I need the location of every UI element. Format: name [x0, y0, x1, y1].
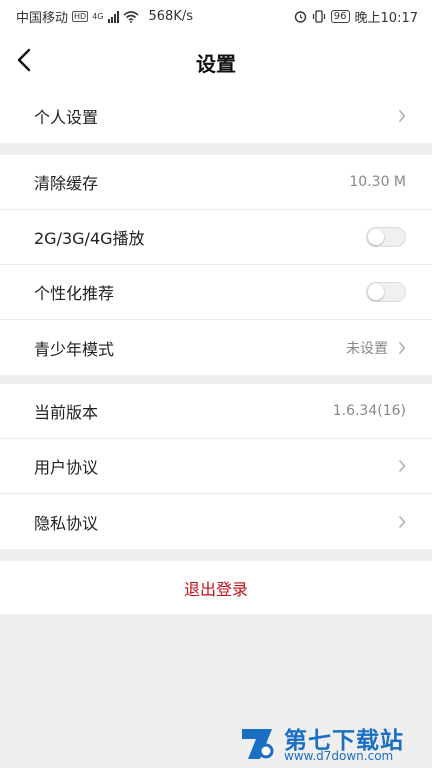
status-bar: 中国移动 HD 4G 568K/s 96 晚上10:17	[0, 0, 432, 32]
watermark-url: www.d7down.com	[284, 749, 394, 763]
personalized-recommend-toggle[interactable]	[366, 282, 406, 302]
network-play-toggle[interactable]	[366, 227, 406, 247]
row-label: 2G/3G/4G播放	[34, 229, 145, 248]
user-agreement-row[interactable]: 用户协议	[0, 439, 432, 494]
row-label: 清除缓存	[34, 174, 99, 193]
row-label: 个性化推荐	[34, 284, 115, 303]
site-logo-icon	[242, 729, 274, 759]
current-version-row: 当前版本 1.6.34(16)	[0, 384, 432, 439]
personal-section: 个人设置	[0, 88, 432, 143]
battery-icon: 96	[330, 10, 350, 23]
personal-settings-row[interactable]: 个人设置	[0, 88, 432, 143]
row-label: 青少年模式	[34, 339, 115, 359]
teen-mode-status: 未设置	[346, 340, 388, 357]
chevron-right-icon	[398, 109, 406, 122]
network-speed: 568K/s	[148, 9, 194, 24]
network-play-row: 2G/3G/4G播放	[0, 210, 432, 265]
wifi-icon	[122, 10, 139, 23]
cache-size: 10.30 M	[349, 174, 406, 190]
clock: 晚上10:17	[354, 11, 418, 26]
chevron-right-icon	[398, 515, 406, 528]
version-value: 1.6.34(16)	[332, 403, 406, 419]
toggle-knob	[368, 284, 384, 300]
alarm-icon	[294, 11, 306, 23]
signal-icon	[107, 10, 119, 23]
general-section: 清除缓存 10.30 M 2G/3G/4G播放 个性化推荐 青少年模式 未设置	[0, 155, 432, 375]
vibrate-icon	[312, 10, 325, 23]
page-title: 设置	[196, 52, 236, 76]
chevron-right-icon	[398, 341, 406, 354]
personalized-recommend-row: 个性化推荐	[0, 265, 432, 320]
network-type: 4G	[92, 12, 104, 21]
header-bar: 设置	[0, 32, 432, 88]
logout-button[interactable]: 退出登录	[0, 561, 432, 614]
carrier-name: 中国移动	[16, 11, 69, 26]
privacy-agreement-row[interactable]: 隐私协议	[0, 494, 432, 549]
about-section: 当前版本 1.6.34(16) 用户协议 隐私协议	[0, 384, 432, 549]
chevron-right-icon	[398, 459, 406, 473]
clear-cache-row[interactable]: 清除缓存 10.30 M	[0, 155, 432, 210]
row-label: 用户协议	[34, 458, 99, 477]
hd-badge: HD	[72, 11, 89, 22]
row-label: 个人设置	[34, 107, 99, 127]
site-watermark: 第七下载站 www.d7down.com	[236, 718, 432, 768]
row-label: 隐私协议	[34, 513, 99, 533]
toggle-knob	[368, 229, 384, 245]
row-label: 当前版本	[34, 403, 99, 422]
teen-mode-row[interactable]: 青少年模式 未设置	[0, 320, 432, 375]
